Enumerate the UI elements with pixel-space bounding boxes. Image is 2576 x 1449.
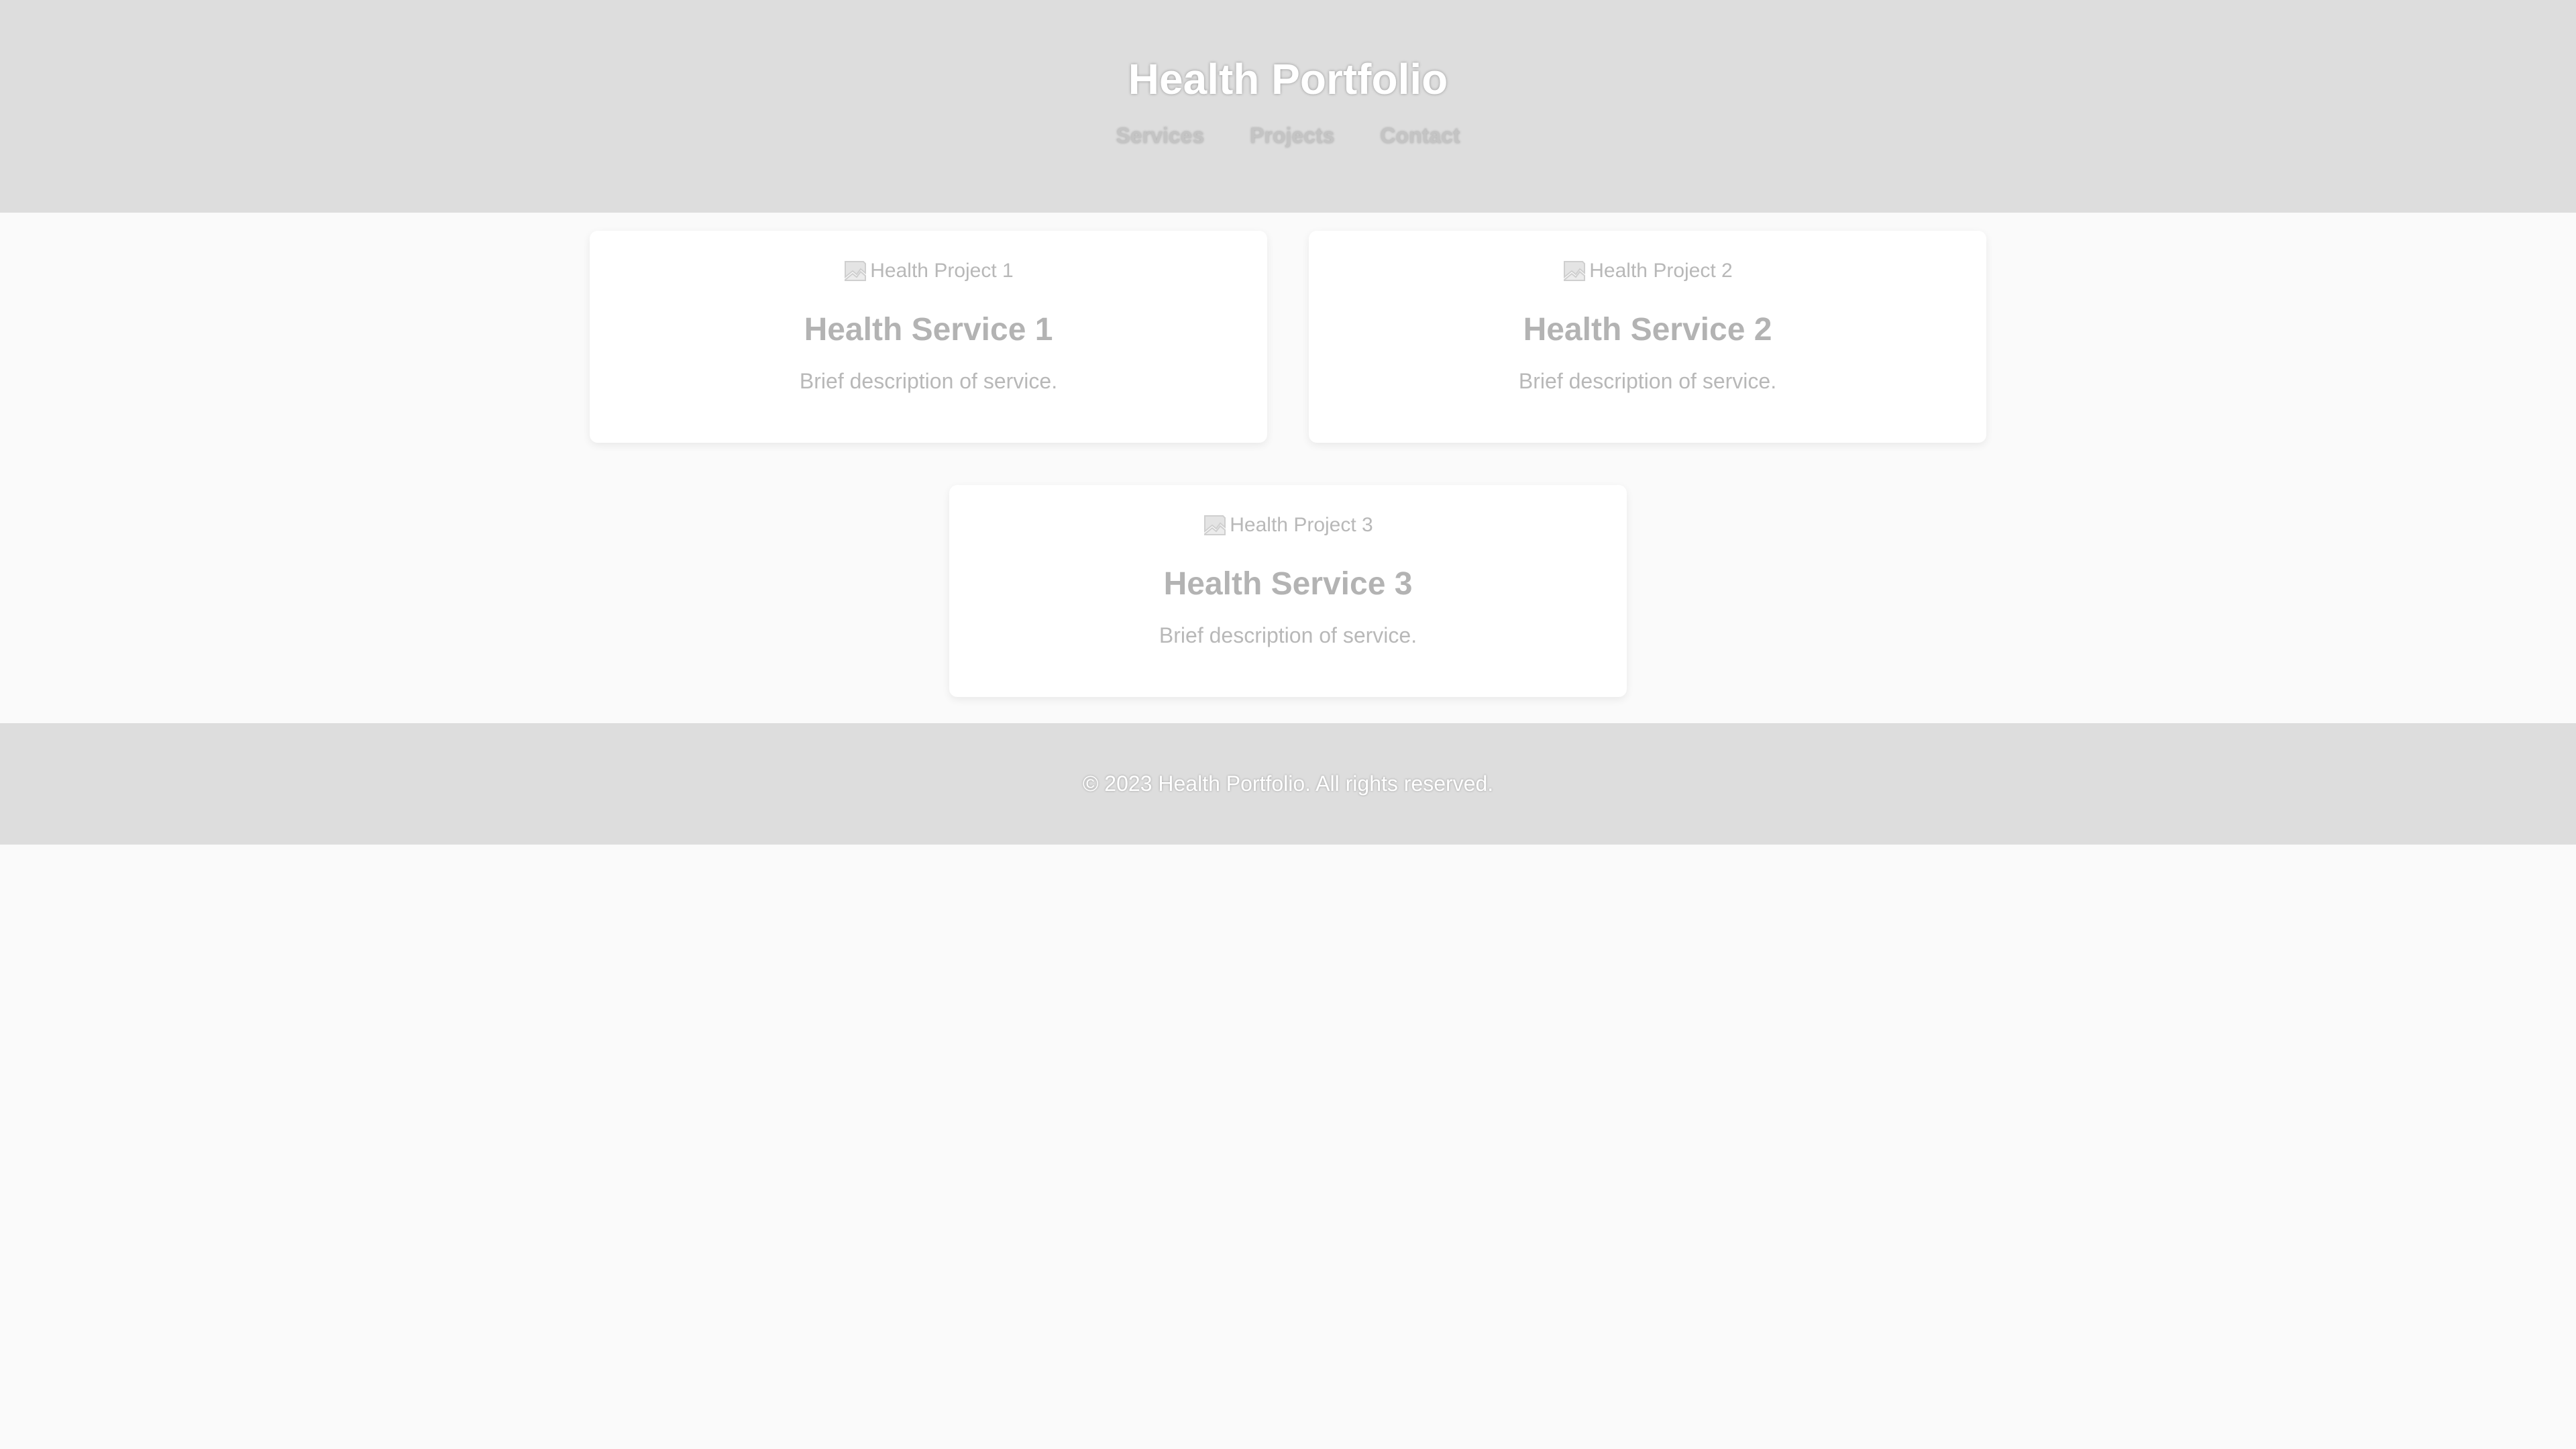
broken-image-icon	[1204, 515, 1226, 535]
broken-image-icon	[845, 261, 867, 281]
service-card: Health Project 1 Health Service 1 Brief …	[590, 231, 1267, 443]
copyright-text: © 2023 Health Portfolio. All rights rese…	[1082, 771, 1494, 796]
page: Health Portfolio Services Projects Conta…	[0, 0, 2576, 1449]
site-header: Health Portfolio Services Projects Conta…	[0, 0, 2576, 213]
image-alt-text: Health Project 2	[1589, 260, 1733, 282]
service-cards: Health Project 1 Health Service 1 Brief …	[574, 231, 2002, 697]
site-title: Health Portfolio	[1128, 55, 1448, 103]
nav-link-projects[interactable]: Projects	[1250, 123, 1334, 148]
project-image: Health Project 3	[1203, 512, 1373, 539]
nav-link-contact[interactable]: Contact	[1380, 123, 1460, 148]
card-title: Health Service 2	[1523, 312, 1772, 347]
card-title: Health Service 3	[1163, 566, 1413, 602]
card-description: Brief description of service.	[799, 369, 1058, 393]
service-card: Health Project 3 Health Service 3 Brief …	[949, 485, 1627, 697]
card-title: Health Service 1	[804, 312, 1053, 347]
main-nav: Services Projects Contact	[0, 123, 2576, 148]
nav-link-services[interactable]: Services	[1116, 123, 1204, 148]
project-image: Health Project 2	[1562, 258, 1733, 284]
card-description: Brief description of service.	[1159, 623, 1417, 647]
service-card: Health Project 2 Health Service 2 Brief …	[1309, 231, 1986, 443]
image-alt-text: Health Project 1	[870, 260, 1014, 282]
site-footer: © 2023 Health Portfolio. All rights rese…	[0, 723, 2576, 845]
image-alt-text: Health Project 3	[1230, 514, 1373, 536]
card-description: Brief description of service.	[1518, 369, 1777, 393]
broken-image-icon	[1564, 261, 1586, 281]
main-content: Health Project 1 Health Service 1 Brief …	[0, 213, 2576, 723]
project-image: Health Project 1	[843, 258, 1014, 284]
